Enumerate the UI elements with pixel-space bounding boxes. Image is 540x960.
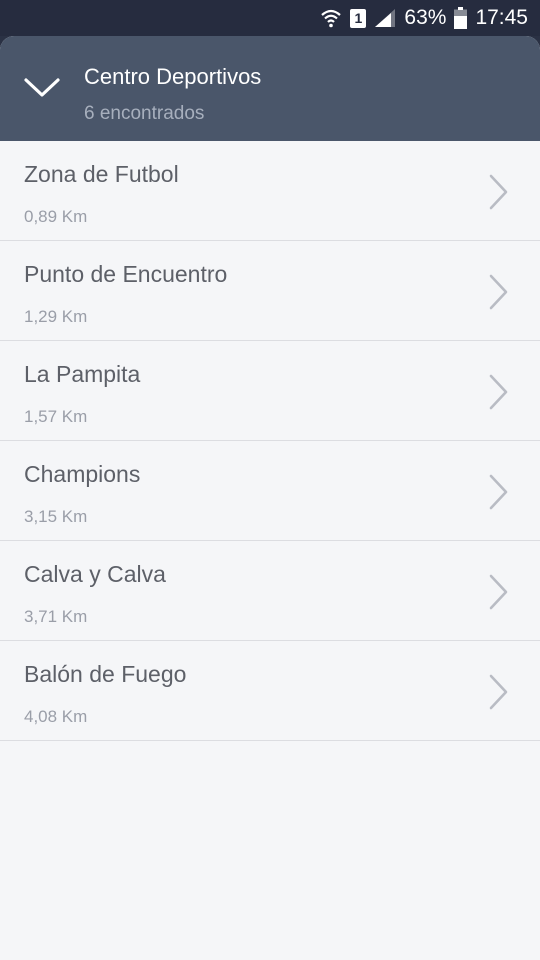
battery-percent: 63% xyxy=(404,6,447,29)
chevron-right-icon xyxy=(489,574,508,610)
sim-icon: 1 xyxy=(350,8,367,28)
item-distance: 4,08 Km xyxy=(24,707,88,726)
list-item[interactable]: La Pampita 1,57 Km xyxy=(0,341,540,441)
clock: 17:45 xyxy=(475,6,528,29)
wifi-icon xyxy=(320,7,342,29)
status-bar: 1 63% 17:45 xyxy=(0,0,540,36)
item-name: Balón de Fuego xyxy=(24,661,187,687)
results-sheet: Centro Deportivos 6 encontrados Zona de … xyxy=(0,36,540,960)
results-list: Zona de Futbol 0,89 Km Punto de Encuentr… xyxy=(0,141,540,741)
list-item[interactable]: Calva y Calva 3,71 Km xyxy=(0,541,540,641)
chevron-down-icon xyxy=(24,78,60,97)
sheet-header: Centro Deportivos 6 encontrados xyxy=(0,36,540,141)
header-title: Centro Deportivos xyxy=(84,64,262,89)
item-distance: 3,15 Km xyxy=(24,507,88,526)
signal-icon xyxy=(374,8,396,28)
status-bar-indicators: 1 63% 17:45 xyxy=(320,0,528,36)
item-distance: 3,71 Km xyxy=(24,607,88,626)
item-distance: 0,89 Km xyxy=(24,207,88,226)
list-item[interactable]: Balón de Fuego 4,08 Km xyxy=(0,641,540,741)
battery-icon xyxy=(454,7,468,29)
chevron-right-icon xyxy=(489,374,508,410)
item-name: Zona de Futbol xyxy=(24,161,179,187)
list-item[interactable]: Punto de Encuentro 1,29 Km xyxy=(0,241,540,341)
item-distance: 1,29 Km xyxy=(24,307,88,326)
item-name: La Pampita xyxy=(24,361,141,387)
list-item[interactable]: Champions 3,15 Km xyxy=(0,441,540,541)
collapse-button[interactable] xyxy=(18,68,66,108)
list-item[interactable]: Zona de Futbol 0,89 Km xyxy=(0,141,540,241)
item-name: Punto de Encuentro xyxy=(24,261,228,287)
item-name: Champions xyxy=(24,461,141,487)
chevron-right-icon xyxy=(489,674,508,710)
item-distance: 1,57 Km xyxy=(24,407,88,426)
item-name: Calva y Calva xyxy=(24,561,166,587)
results-count: 6 encontrados xyxy=(84,103,205,124)
chevron-right-icon xyxy=(489,474,508,510)
chevron-right-icon xyxy=(489,174,508,210)
chevron-right-icon xyxy=(489,274,508,310)
